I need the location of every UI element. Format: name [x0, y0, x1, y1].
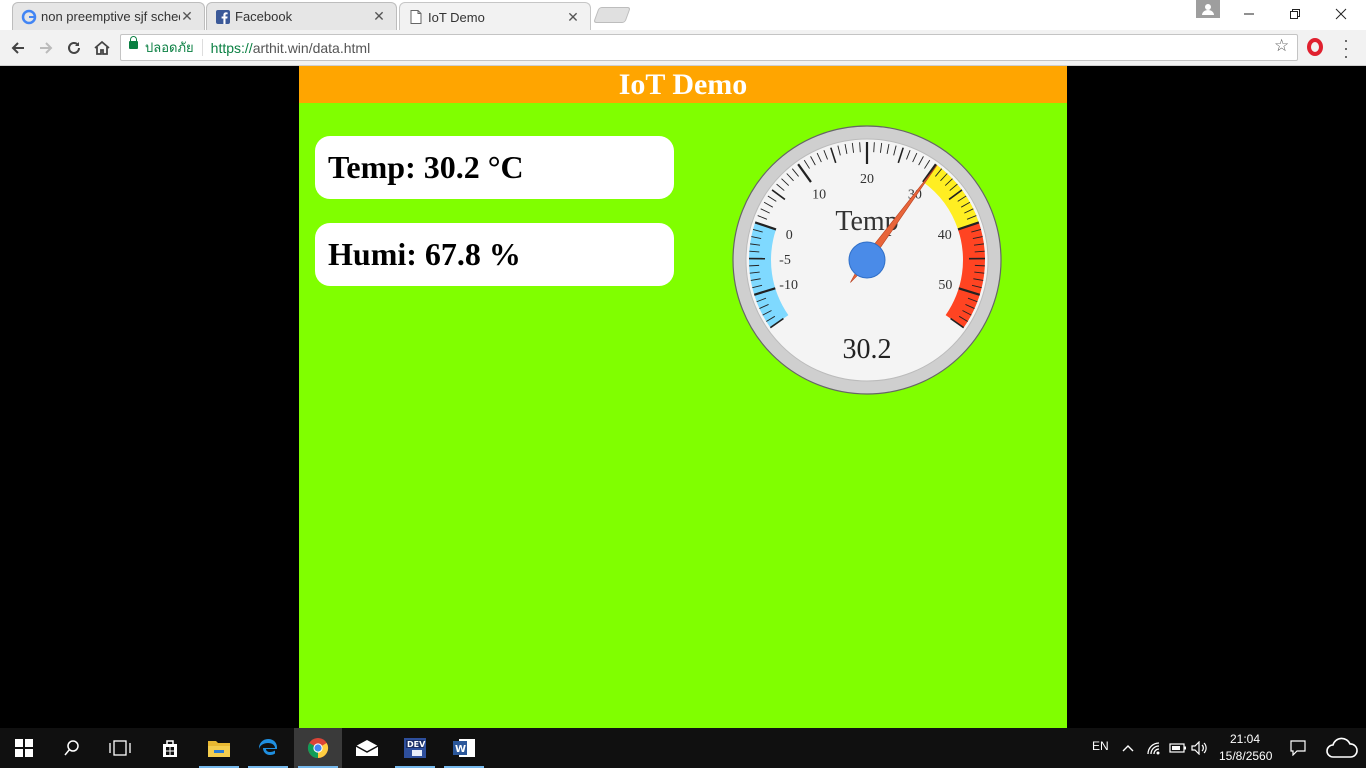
mail-icon[interactable] — [343, 728, 391, 768]
chrome-icon[interactable] — [294, 728, 342, 768]
svg-text:W: W — [455, 744, 466, 755]
opera-extension-icon[interactable] — [1307, 38, 1323, 56]
language-indicator[interactable]: EN — [1092, 739, 1109, 753]
url-text[interactable]: https://arthit.win/data.html — [203, 40, 371, 56]
search-icon[interactable] — [48, 728, 96, 768]
minimize-icon[interactable] — [1226, 0, 1272, 28]
dev-cpp-icon[interactable]: DEV — [391, 728, 439, 768]
svg-text:DEV: DEV — [407, 740, 426, 749]
profile-icon[interactable] — [1196, 0, 1220, 18]
gauge-svg: -10-501020304050Temp30.2 — [732, 125, 1002, 395]
action-center-icon[interactable] — [1282, 728, 1314, 768]
tab-facebook[interactable]: Facebook ✕ — [206, 2, 397, 30]
word-icon[interactable]: W — [440, 728, 488, 768]
gauge-hub — [848, 241, 886, 279]
gauge-tick-label: 10 — [812, 187, 826, 202]
gauge-tick-label: 20 — [860, 172, 874, 187]
security-indicator[interactable]: ปลอดภัย — [121, 36, 203, 56]
page-icon — [410, 10, 422, 24]
gauge-tick-label: 0 — [786, 228, 793, 243]
home-icon[interactable] — [90, 36, 114, 60]
secure-label: ปลอดภัย — [145, 40, 194, 55]
gauge-value: 30.2 — [843, 334, 892, 365]
onedrive-cloud-icon[interactable] — [1322, 728, 1362, 768]
new-tab-button[interactable] — [593, 7, 631, 23]
address-bar[interactable]: ปลอดภัย https://arthit.win/data.html — [120, 34, 1298, 61]
google-icon — [21, 9, 37, 25]
reload-icon[interactable] — [62, 36, 86, 60]
tab-title: IoT Demo — [428, 9, 485, 25]
taskbar: DEV W EN 21:04 15/8/2560 — [0, 728, 1366, 768]
page-title: IoT Demo — [299, 66, 1067, 103]
clock-time[interactable]: 21:04 — [1230, 732, 1260, 746]
gauge-tick — [873, 142, 875, 153]
browser-toolbar: ปลอดภัย https://arthit.win/data.html ☆ ·… — [0, 30, 1366, 66]
temperature-gauge: -10-501020304050Temp30.2 — [731, 124, 1003, 396]
gauge-tick-label: -5 — [779, 253, 791, 268]
temperature-card: Temp: 30.2 °C — [315, 136, 674, 199]
tab-title: non preemptive sjf sched — [41, 9, 180, 24]
url-scheme: https:// — [210, 39, 253, 56]
bookmark-star-icon[interactable]: ☆ — [1274, 36, 1289, 56]
close-window-icon[interactable] — [1318, 0, 1364, 28]
humidity-card: Humi: 67.8 % — [315, 223, 674, 286]
facebook-icon — [216, 10, 230, 24]
close-icon[interactable]: ✕ — [372, 8, 386, 25]
close-icon[interactable]: ✕ — [180, 8, 194, 25]
restore-icon[interactable] — [1272, 0, 1318, 28]
tab-strip: non preemptive sjf sched ✕ Facebook ✕ Io… — [0, 0, 1366, 31]
back-icon[interactable] — [6, 36, 30, 60]
store-icon[interactable] — [146, 728, 194, 768]
menu-icon[interactable]: · · · — [1343, 31, 1349, 65]
tab-google-search[interactable]: non preemptive sjf sched ✕ — [12, 2, 205, 30]
battery-icon[interactable] — [1166, 728, 1190, 768]
file-explorer-icon[interactable] — [195, 728, 243, 768]
tab-iot-demo[interactable]: IoT Demo ✕ — [399, 2, 591, 31]
page-content: IoT Demo Temp: 30.2 °C Humi: 67.8 % -10 -… — [299, 66, 1067, 728]
chevron-up-icon[interactable] — [1116, 728, 1140, 768]
gauge-tick-label: -10 — [779, 278, 798, 293]
volume-icon[interactable] — [1188, 728, 1212, 768]
lock-icon — [129, 36, 138, 49]
gauge-tick-label: 50 — [938, 278, 952, 293]
gauge-tick-label: 40 — [938, 228, 952, 243]
wifi-icon[interactable] — [1142, 728, 1166, 768]
tab-title: Facebook — [235, 9, 293, 24]
windows-start-icon[interactable] — [0, 728, 48, 768]
edge-icon[interactable] — [244, 728, 292, 768]
forward-icon[interactable] — [34, 36, 58, 60]
clock-date[interactable]: 15/8/2560 — [1219, 749, 1272, 763]
url-host-path: arthit.win/data.html — [252, 39, 371, 56]
close-icon[interactable]: ✕ — [566, 9, 580, 26]
task-view-icon[interactable] — [96, 728, 144, 768]
gauge-tick — [859, 142, 861, 153]
